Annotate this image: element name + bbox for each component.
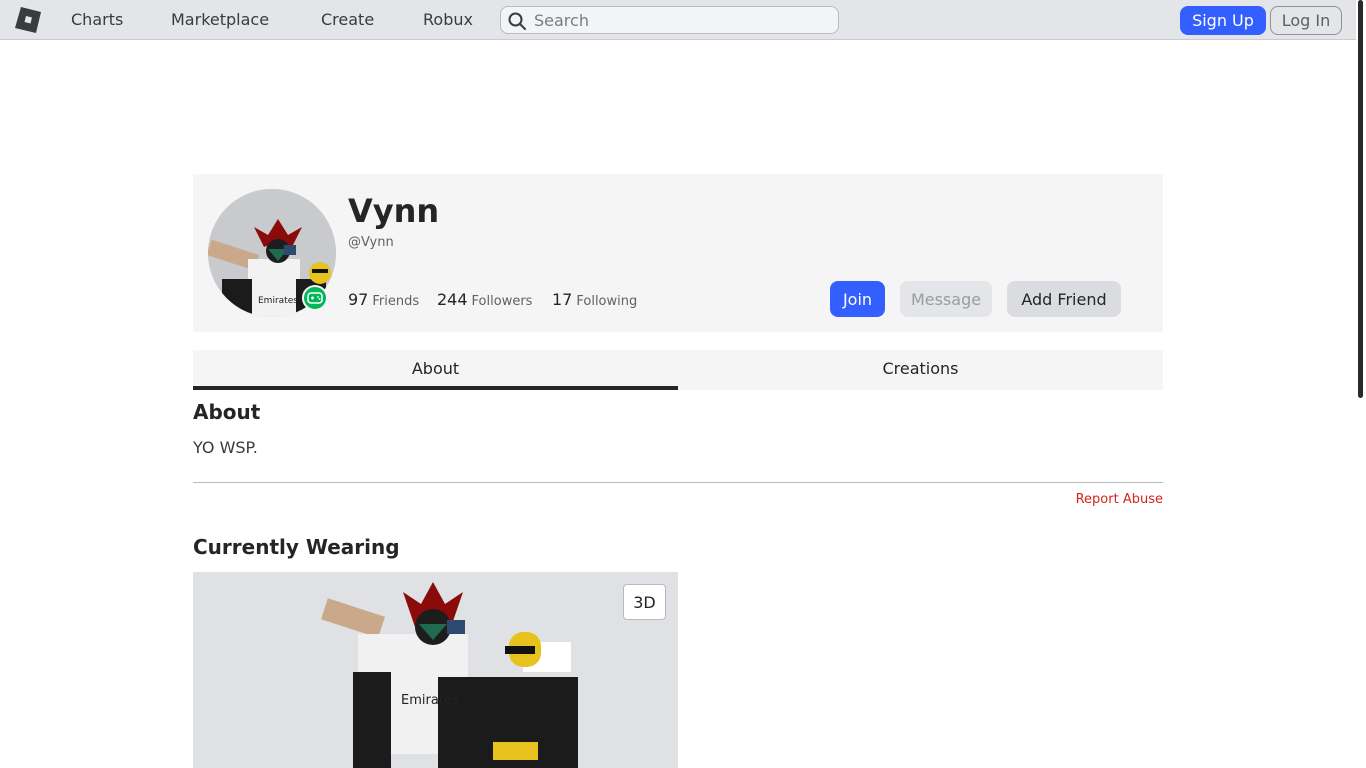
message-button[interactable]: Message <box>900 281 992 317</box>
scrollbar-thumb[interactable] <box>1358 0 1363 398</box>
report-abuse-link[interactable]: Report Abuse <box>1076 492 1163 507</box>
avatar-viewer[interactable]: Emirates 3D <box>193 572 678 768</box>
friends-stat[interactable]: 97 Friends <box>348 290 419 309</box>
top-navbar: Charts Marketplace Create Robux Sign Up … <box>0 0 1356 40</box>
log-in-button[interactable]: Log In <box>1270 6 1342 35</box>
sign-up-button[interactable]: Sign Up <box>1180 6 1266 35</box>
following-label: Following <box>576 294 638 309</box>
search-box[interactable] <box>500 6 839 34</box>
roblox-logo-icon[interactable] <box>14 6 42 34</box>
nav-create-link[interactable]: Create <box>321 10 374 30</box>
svg-text:Emirates: Emirates <box>401 693 459 708</box>
about-description: YO WSP. <box>193 438 258 457</box>
add-friend-button[interactable]: Add Friend <box>1007 281 1121 317</box>
currently-wearing-heading: Currently Wearing <box>193 535 400 559</box>
about-heading: About <box>193 400 261 424</box>
followers-label: Followers <box>471 294 533 309</box>
svg-text:Emirates: Emirates <box>258 296 298 306</box>
tab-creations[interactable]: Creations <box>678 350 1163 390</box>
about-divider <box>193 482 1163 483</box>
nav-robux-link[interactable]: Robux <box>423 10 473 30</box>
display-name: Vynn <box>348 192 440 230</box>
nav-charts-link[interactable]: Charts <box>71 10 123 30</box>
profile-tabs: About Creations <box>193 350 1163 390</box>
friends-label: Friends <box>372 294 420 309</box>
username: @Vynn <box>348 235 394 250</box>
following-stat[interactable]: 17 Following <box>552 290 637 309</box>
search-icon <box>508 12 526 30</box>
tab-about[interactable]: About <box>193 350 678 390</box>
avatar-render: Emirates <box>321 582 578 768</box>
followers-count: 244 <box>437 290 468 309</box>
profile-header: Emirates Vynn @Vynn 97 Friends 244 Followe… <box>193 174 1163 332</box>
gamepad-icon <box>307 292 323 304</box>
active-tab-indicator <box>193 386 678 390</box>
search-input[interactable] <box>534 9 824 31</box>
friends-count: 97 <box>348 290 369 309</box>
nav-marketplace-link[interactable]: Marketplace <box>171 10 269 30</box>
presence-badge <box>302 285 328 311</box>
view-3d-toggle[interactable]: 3D <box>623 584 666 620</box>
followers-stat[interactable]: 244 Followers <box>437 290 532 309</box>
join-button[interactable]: Join <box>830 281 885 317</box>
following-count: 17 <box>552 290 573 309</box>
